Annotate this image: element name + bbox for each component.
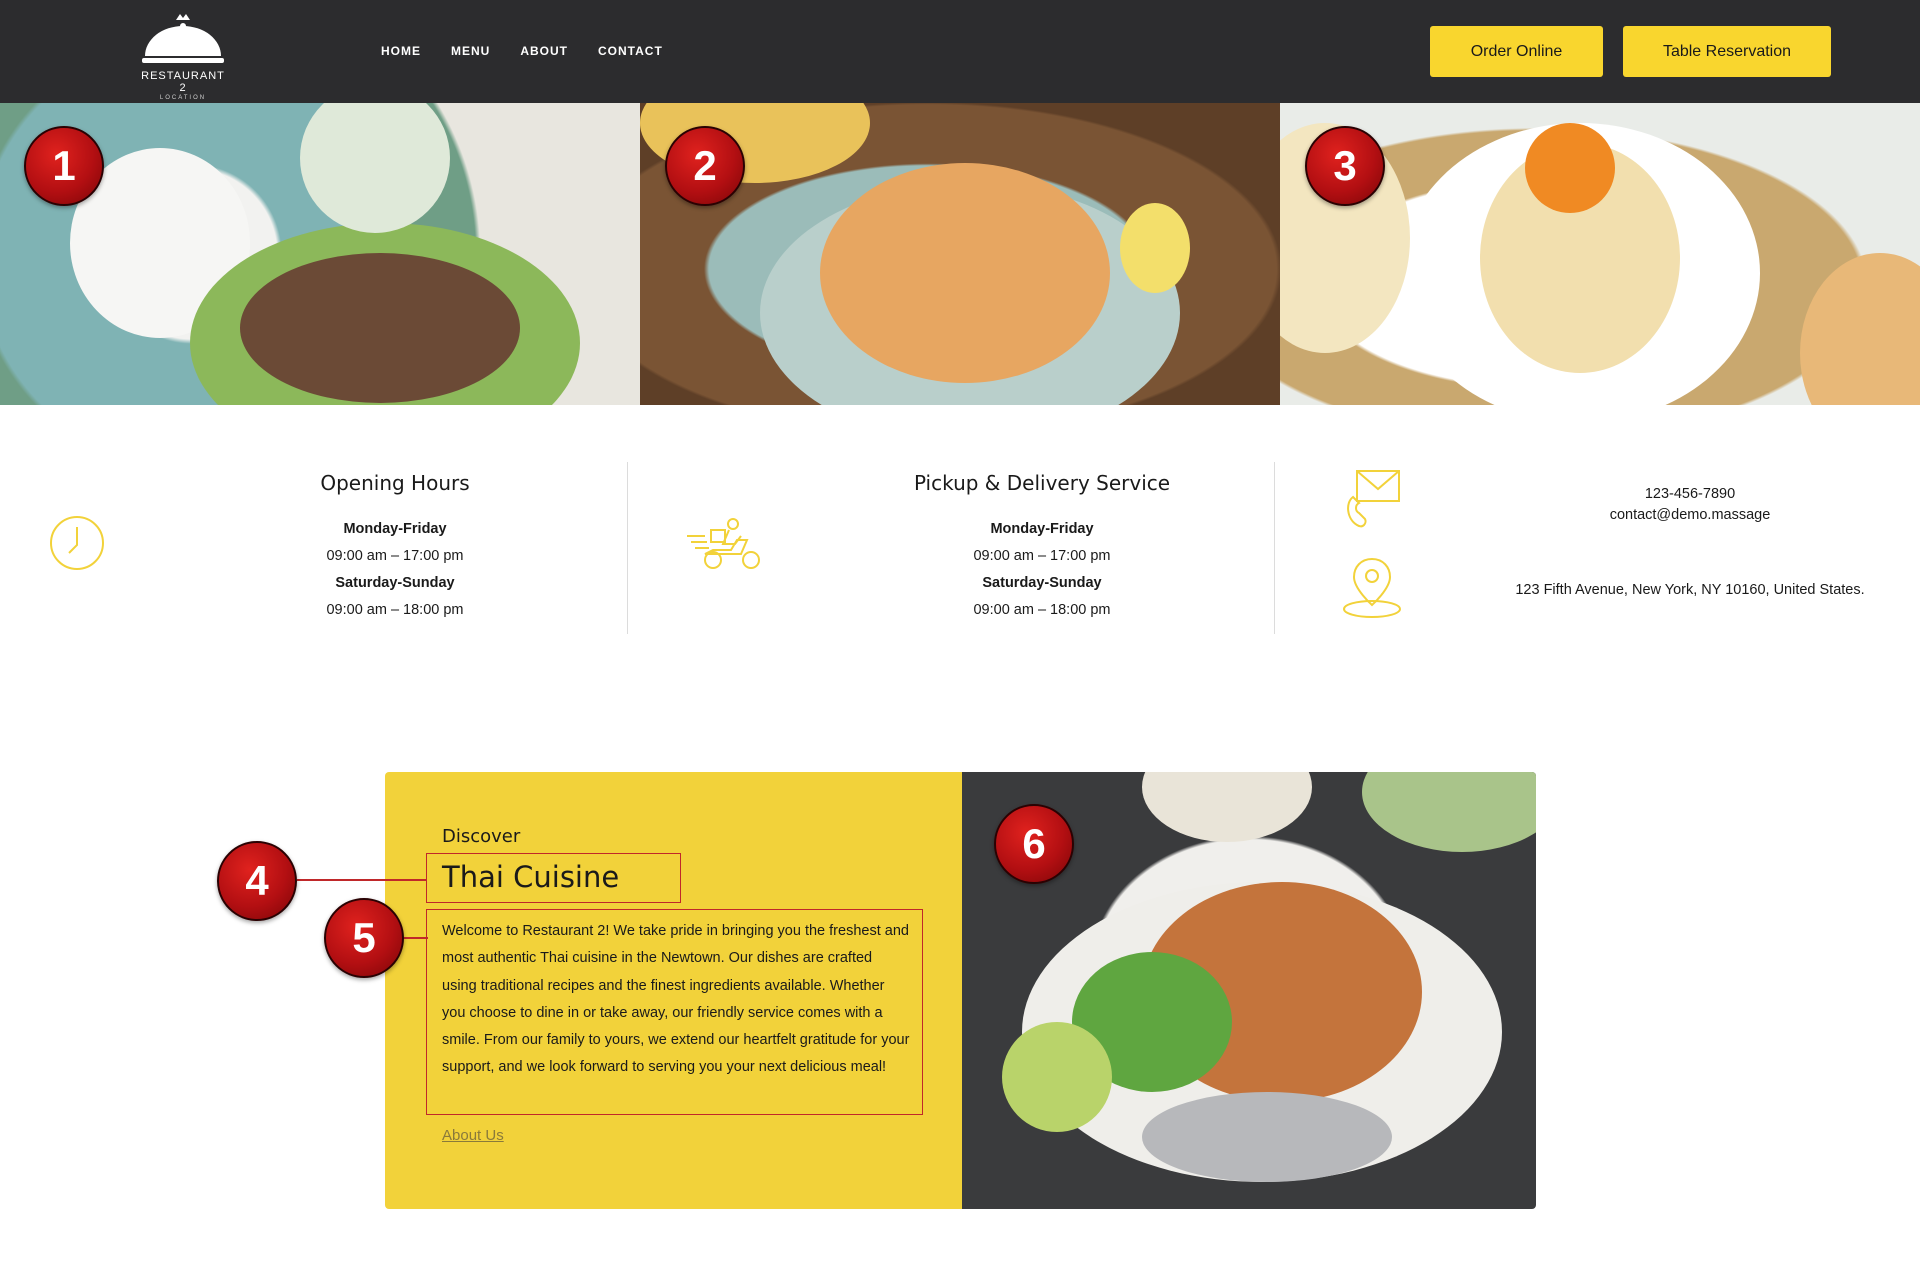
location-pin-icon [1343, 557, 1401, 618]
opening-weekend-hours: 09:00 am – 18:00 pm [326, 602, 464, 618]
nav-about[interactable]: ABOUT [520, 44, 568, 58]
opening-weekday-label: Monday-Friday [343, 521, 447, 537]
delivery-hours-list: Monday-Friday 09:00 am – 17:00 pm Saturd… [892, 516, 1192, 624]
site-header: RESTAURANT 2 LOCATION HOME MENU ABOUT CO… [0, 0, 1920, 103]
contact-address: 123 Fifth Avenue, New York, NY 10160, Un… [1515, 582, 1865, 598]
cloche-icon [142, 14, 224, 63]
clock-icon [50, 516, 104, 570]
opening-weekend-label: Saturday-Sunday [335, 575, 455, 591]
marker-5-leader-line [404, 937, 428, 939]
contact-email[interactable]: contact@demo.massage [1490, 507, 1890, 523]
about-us-link[interactable]: About Us [442, 1127, 504, 1144]
delivery-weekend-hours: 09:00 am – 18:00 pm [973, 602, 1111, 618]
info-divider-2 [1274, 462, 1275, 634]
annotation-marker-5: 5 [324, 898, 404, 978]
phone-email-icon [1347, 470, 1400, 528]
discover-description: Welcome to Restaurant 2! We take pride i… [426, 909, 923, 1115]
opening-weekday-hours: 09:00 am – 17:00 pm [326, 548, 464, 564]
delivery-scooter-icon [687, 518, 760, 569]
annotation-marker-4: 4 [217, 841, 297, 921]
annotation-marker-2: 2 [665, 126, 745, 206]
annotation-marker-3: 3 [1305, 126, 1385, 206]
marker-4-leader-line [297, 879, 427, 881]
order-online-button[interactable]: Order Online [1430, 26, 1603, 77]
opening-hours-list: Monday-Friday 09:00 am – 17:00 pm Saturd… [245, 516, 545, 624]
delivery-weekday-label: Monday-Friday [990, 521, 1094, 537]
opening-hours-title: Opening Hours [320, 471, 470, 495]
main-nav: HOME MENU ABOUT CONTACT [381, 44, 663, 58]
restaurant-logo[interactable]: RESTAURANT 2 LOCATION [138, 10, 228, 101]
delivery-weekend-label: Saturday-Sunday [982, 575, 1102, 591]
nav-contact[interactable]: CONTACT [598, 44, 663, 58]
discover-title: Thai Cuisine [426, 853, 681, 903]
annotation-marker-6: 6 [994, 804, 1074, 884]
annotation-marker-1: 1 [24, 126, 104, 206]
hero-photo-strip [0, 103, 1920, 405]
contact-phone[interactable]: 123-456-7890 [1490, 486, 1890, 502]
nav-home[interactable]: HOME [381, 44, 421, 58]
logo-name: RESTAURANT 2 [141, 70, 225, 94]
table-reservation-button[interactable]: Table Reservation [1623, 26, 1831, 77]
delivery-service-title: Pickup & Delivery Service [913, 471, 1171, 495]
discover-label: Discover [442, 826, 521, 847]
info-divider-1 [627, 462, 628, 634]
logo-tagline: LOCATION [159, 95, 207, 101]
delivery-weekday-hours: 09:00 am – 17:00 pm [973, 548, 1111, 564]
nav-menu[interactable]: MENU [451, 44, 490, 58]
